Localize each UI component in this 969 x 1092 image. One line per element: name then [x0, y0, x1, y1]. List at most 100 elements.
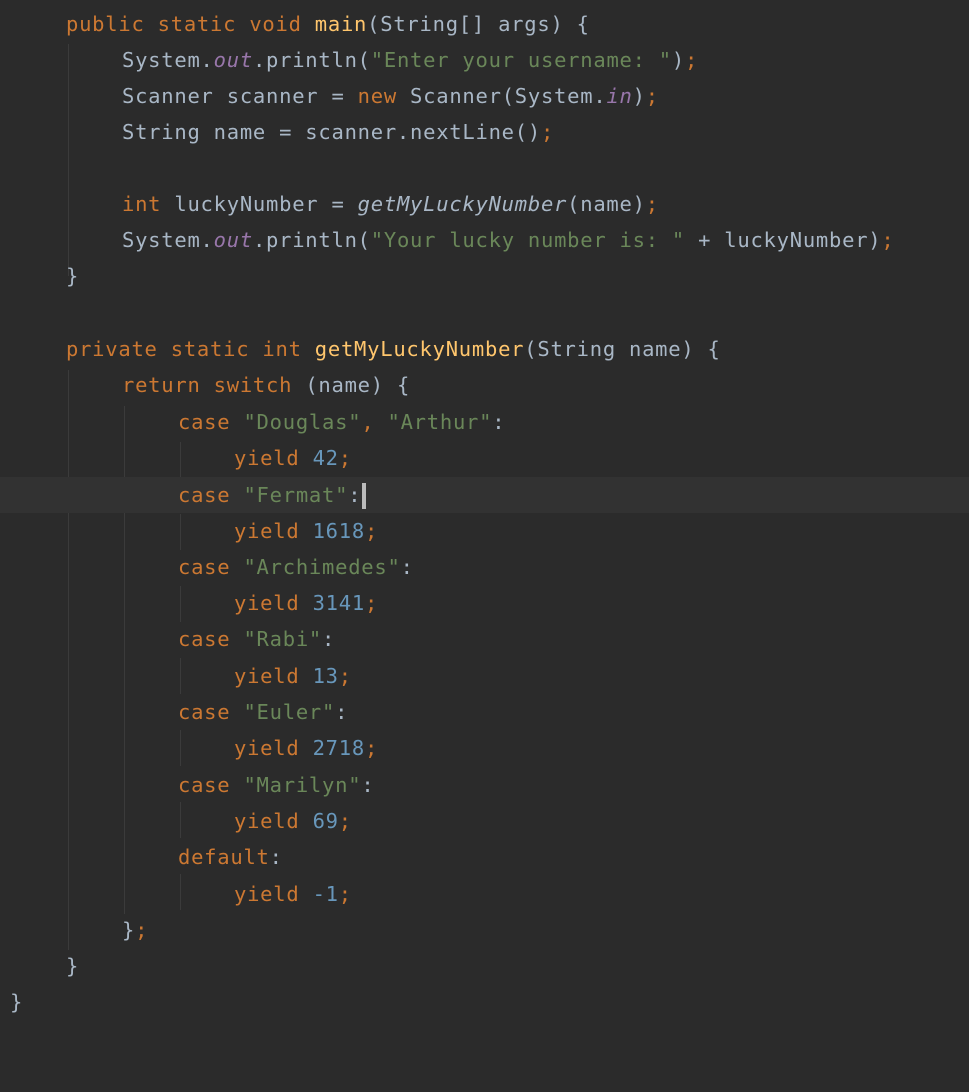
keyword: case — [178, 627, 231, 651]
keyword: yield — [234, 446, 300, 470]
code-line[interactable]: }; — [0, 912, 969, 948]
string-literal: "Enter your username: " — [370, 48, 672, 72]
code-line[interactable]: default: — [0, 839, 969, 875]
code-text: ) — [632, 84, 646, 108]
code-line[interactable]: System.out.println("Your lucky number is… — [0, 222, 969, 258]
semicolon: ; — [338, 446, 352, 470]
semicolon: ; — [338, 809, 352, 833]
code-line[interactable]: return switch (name) { — [0, 367, 969, 403]
colon: : — [492, 410, 506, 434]
keyword: default — [178, 845, 270, 869]
comma: , — [361, 410, 388, 434]
code-line[interactable]: Scanner scanner = new Scanner(System.in)… — [0, 78, 969, 114]
code-text: System. — [122, 48, 214, 72]
code-line[interactable] — [0, 294, 969, 330]
semicolon: ; — [645, 84, 659, 108]
keyword: case — [178, 555, 231, 579]
code-line[interactable]: private static int getMyLuckyNumber(Stri… — [0, 331, 969, 367]
code-text: Scanner scanner = — [122, 84, 358, 108]
keyword: case — [178, 483, 231, 507]
static-field: out — [213, 228, 253, 252]
string-literal: "Fermat" — [243, 483, 349, 507]
code-line[interactable]: case "Marilyn": — [0, 767, 969, 803]
string-literal: "Rabi" — [243, 627, 323, 651]
colon: : — [400, 555, 414, 579]
keyword: return — [122, 373, 201, 397]
number-literal: -1 — [312, 882, 339, 906]
colon: : — [335, 700, 349, 724]
keyword: yield — [234, 664, 300, 688]
code-line[interactable]: yield 1618; — [0, 513, 969, 549]
string-literal: "Archimedes" — [243, 555, 401, 579]
keyword: case — [178, 773, 231, 797]
semicolon: ; — [645, 192, 659, 216]
code-text: (String[] args) { — [367, 12, 590, 36]
string-literal: "Marilyn" — [243, 773, 362, 797]
code-line[interactable]: yield 3141; — [0, 585, 969, 621]
code-line[interactable]: yield 13; — [0, 658, 969, 694]
number-literal: 69 — [312, 809, 339, 833]
keyword: new — [357, 84, 397, 108]
keyword: int — [262, 337, 302, 361]
colon: : — [348, 483, 362, 507]
code-text: (String name) { — [524, 337, 721, 361]
code-editor[interactable]: public static void main(String[] args) {… — [0, 0, 969, 1026]
keyword: yield — [234, 519, 300, 543]
semicolon: ; — [338, 882, 352, 906]
string-literal: "Douglas" — [243, 410, 362, 434]
code-line[interactable]: public static void main(String[] args) { — [0, 6, 969, 42]
keyword: yield — [234, 736, 300, 760]
number-literal: 42 — [312, 446, 339, 470]
code-line[interactable]: System.out.println("Enter your username:… — [0, 42, 969, 78]
keyword: yield — [234, 809, 300, 833]
code-line[interactable]: case "Euler": — [0, 694, 969, 730]
keyword: private — [66, 337, 158, 361]
static-field: in — [606, 84, 633, 108]
code-line[interactable]: String name = scanner.nextLine(); — [0, 114, 969, 150]
code-line[interactable]: yield 42; — [0, 440, 969, 476]
keyword: case — [178, 410, 231, 434]
code-line[interactable]: } — [0, 948, 969, 984]
code-line[interactable] — [0, 150, 969, 186]
code-line[interactable]: int luckyNumber = getMyLuckyNumber(name)… — [0, 186, 969, 222]
number-literal: 13 — [312, 664, 339, 688]
code-line[interactable]: } — [0, 258, 969, 294]
method-name: getMyLuckyNumber — [314, 337, 525, 361]
semicolon: ; — [135, 918, 149, 942]
semicolon: ; — [685, 48, 699, 72]
semicolon: ; — [881, 228, 895, 252]
semicolon: ; — [364, 519, 379, 543]
code-line[interactable]: } — [0, 984, 969, 1020]
code-line[interactable]: yield 2718; — [0, 730, 969, 766]
code-line[interactable]: case "Rabi": — [0, 621, 969, 657]
code-text: luckyNumber = — [174, 192, 358, 216]
code-line[interactable]: case "Archimedes": — [0, 549, 969, 585]
close-brace: } — [122, 918, 136, 942]
number-literal: 2718 — [312, 736, 365, 760]
semicolon: ; — [364, 736, 379, 760]
close-brace: } — [66, 954, 80, 978]
code-text: .println( — [252, 48, 371, 72]
semicolon: ; — [540, 120, 555, 144]
method-call: getMyLuckyNumber — [357, 192, 568, 216]
keyword: case — [178, 700, 231, 724]
keyword: yield — [234, 882, 300, 906]
close-brace: } — [66, 264, 80, 288]
number-literal: 3141 — [312, 591, 365, 615]
close-brace: } — [10, 990, 24, 1014]
code-text: String name = scanner.nextLine() — [122, 120, 541, 144]
code-text: System. — [122, 228, 214, 252]
code-text: ) — [671, 48, 685, 72]
code-line[interactable]: yield 69; — [0, 803, 969, 839]
code-text: .println( — [252, 228, 371, 252]
static-field: out — [213, 48, 253, 72]
keyword: yield — [234, 591, 300, 615]
string-literal: "Your lucky number is: " — [370, 228, 685, 252]
semicolon: ; — [364, 591, 379, 615]
code-line-current[interactable]: case "Fermat": — [0, 477, 969, 513]
code-line[interactable]: case "Douglas", "Arthur": — [0, 404, 969, 440]
code-line[interactable]: yield -1; — [0, 876, 969, 912]
keyword: int — [122, 192, 162, 216]
colon: : — [361, 773, 375, 797]
method-name: main — [314, 12, 368, 36]
